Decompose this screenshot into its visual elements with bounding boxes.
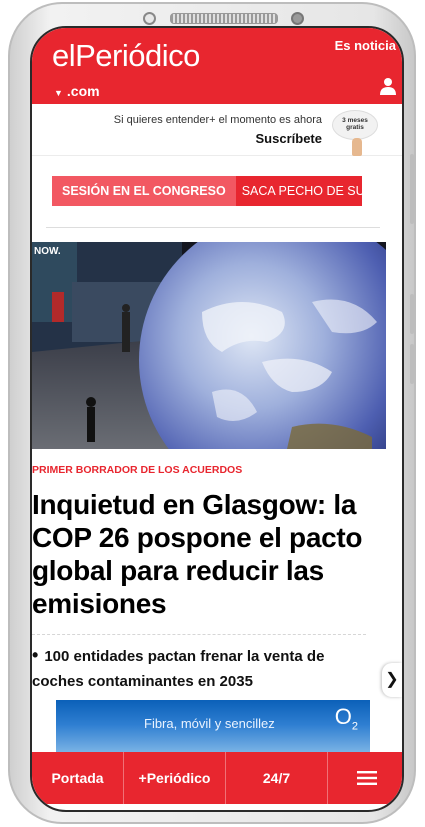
subscribe-banner[interactable]: Si quieres entender+ el momento es ahora…	[32, 104, 402, 156]
volume-button	[410, 154, 414, 224]
related-article-link[interactable]: • 100 entidades pactan frenar la venta de…	[32, 643, 370, 694]
nav-24-7[interactable]: 24/7	[226, 752, 328, 804]
site-header: elPeriódico ▼ .com Es noticia	[32, 28, 402, 104]
topic-strip: SESIÓN EN EL CONGRESO SACA PECHO DE SU	[52, 176, 362, 206]
bottom-navigation: Portada +Periódico 24/7	[32, 752, 402, 804]
divider	[46, 227, 380, 228]
article-headline[interactable]: Inquietud en Glasgow: la COP 26 pospone …	[32, 488, 382, 620]
hero-image[interactable]: NOW.	[32, 242, 386, 449]
chevron-right-icon[interactable]: ❯	[382, 663, 402, 697]
svg-text:NOW.: NOW.	[34, 246, 61, 257]
promo-hand-icon	[352, 138, 362, 156]
bullet-icon: •	[32, 645, 39, 665]
divider	[32, 634, 366, 635]
domain-label: .com	[66, 83, 100, 99]
front-camera	[143, 12, 156, 25]
ad-text: Fibra, móvil y sencillez	[144, 716, 275, 731]
ad-brand: O	[334, 704, 352, 729]
user-icon[interactable]	[378, 76, 398, 96]
proximity-sensor	[291, 12, 304, 25]
article-kicker[interactable]: PRIMER BORRADOR DE LOS ACUERDOS	[32, 464, 242, 476]
earpiece-speaker	[170, 13, 278, 24]
topic-tab-2[interactable]: SACA PECHO DE SU	[235, 176, 362, 206]
topic-tab-1[interactable]: SESIÓN EN EL CONGRESO	[52, 176, 236, 206]
side-button	[410, 294, 414, 334]
related-article-text: 100 entidades pactan frenar la venta de …	[32, 648, 325, 690]
ad-brand-logo: O2	[335, 704, 358, 732]
phone-frame: elPeriódico ▼ .com Es noticia Si quieres …	[8, 2, 416, 824]
es-noticia-link[interactable]: Es noticia	[335, 38, 396, 53]
advertisement[interactable]: Fibra, móvil y sencillez O2	[56, 700, 370, 754]
side-button-2	[410, 344, 414, 384]
subscribe-link[interactable]: Suscríbete	[256, 131, 322, 146]
screen: elPeriódico ▼ .com Es noticia Si quieres …	[30, 26, 404, 812]
site-logo[interactable]: elPeriódico	[52, 38, 200, 74]
domain-selector[interactable]: ▼ .com	[54, 83, 100, 99]
ad-brand-sub: 2	[351, 720, 358, 733]
promo-bubble: 3 meses gratis	[332, 110, 378, 140]
nav-portada[interactable]: Portada	[32, 752, 124, 804]
caret-down-icon: ▼	[54, 88, 63, 98]
hamburger-menu-icon	[357, 771, 377, 785]
nav-mas-periodico[interactable]: +Periódico	[124, 752, 226, 804]
subscribe-message: Si quieres entender+ el momento es ahora	[113, 114, 322, 126]
nav-menu[interactable]	[328, 752, 402, 804]
